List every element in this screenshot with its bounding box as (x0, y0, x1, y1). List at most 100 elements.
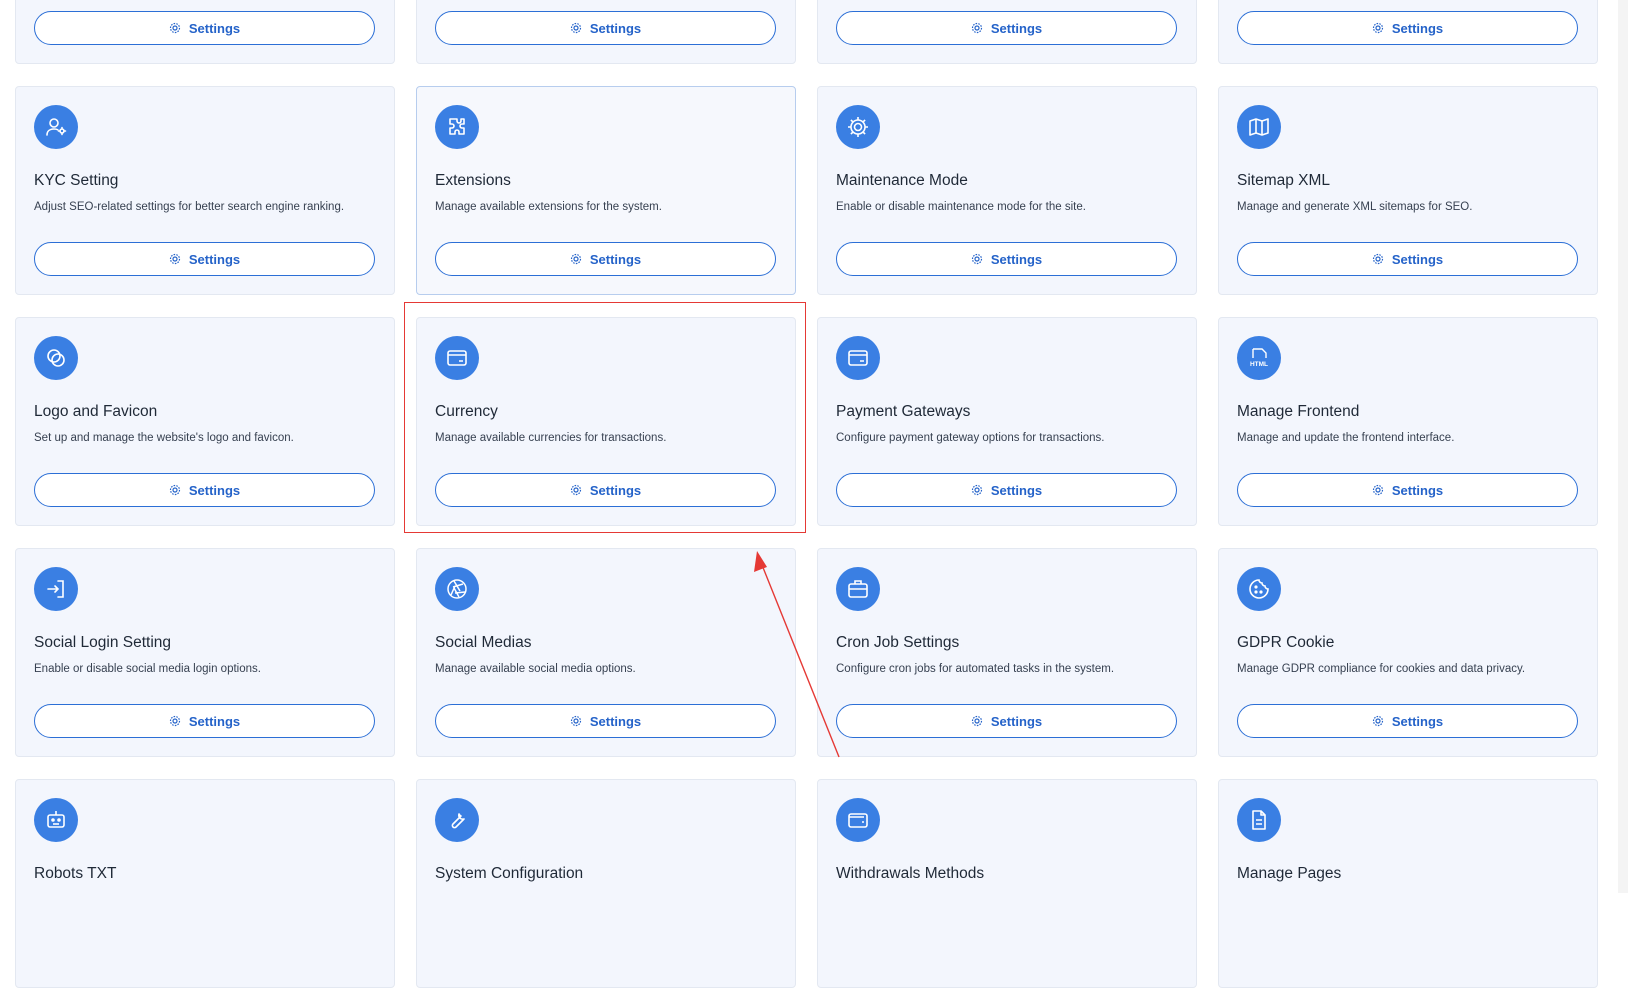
gear-small-icon (570, 253, 582, 265)
gear-small-icon (169, 253, 181, 265)
settings-button[interactable]: Settings (435, 473, 776, 507)
card-icon (435, 336, 479, 380)
settings-button[interactable]: Settings (34, 11, 375, 45)
settings-button[interactable]: Settings (435, 704, 776, 738)
wallet-icon (836, 798, 880, 842)
puzzle-icon (435, 105, 479, 149)
settings-button[interactable]: Settings (34, 473, 375, 507)
settings-button[interactable]: Settings (836, 473, 1177, 507)
card-title: Payment Gateways (836, 403, 971, 420)
document-icon (1237, 798, 1281, 842)
login-icon (34, 567, 78, 611)
card-title: Robots TXT (34, 865, 117, 882)
gear-small-icon (570, 715, 582, 727)
settings-button-label: Settings (188, 251, 241, 267)
settings-button-label: Settings (990, 482, 1043, 498)
settings-button[interactable]: Settings (836, 11, 1177, 45)
card-description: Set up and manage the website's logo and… (34, 432, 294, 444)
card-title: Manage Pages (1237, 865, 1342, 882)
aperture-icon (435, 567, 479, 611)
html-file-icon: HTML (1237, 336, 1281, 380)
map-icon (1237, 105, 1281, 149)
card-description: Adjust SEO-related settings for better s… (34, 201, 345, 213)
settings-button[interactable]: Settings (34, 704, 375, 738)
card-description: Enable or disable social media login opt… (34, 663, 261, 675)
cookie-icon (1237, 567, 1281, 611)
settings-button-label: Settings (990, 251, 1043, 267)
settings-button-label: Settings (1391, 20, 1444, 36)
card-description: Manage available social media options. (435, 663, 636, 675)
settings-button-label: Settings (589, 251, 642, 267)
card-description: Manage available extensions for the syst… (435, 201, 662, 213)
gear-small-icon (169, 715, 181, 727)
card-title: Manage Frontend (1237, 403, 1360, 420)
card-description: Configure cron jobs for automated tasks … (836, 663, 1115, 675)
card-description: Manage and update the frontend interface… (1237, 432, 1455, 444)
card-title: Social Login Setting (34, 634, 172, 651)
settings-card-extensions: Extensions Manage available extensions fo… (416, 86, 796, 295)
card-icon (836, 336, 880, 380)
card-title: Cron Job Settings (836, 634, 960, 651)
settings-card-kyc: KYC Setting Adjust SEO-related settings f… (15, 86, 395, 295)
settings-card-sitemap: Sitemap XML Manage and generate XML sitem… (1218, 86, 1598, 295)
scrollbar[interactable] (1618, 0, 1628, 893)
settings-card-payment: Payment Gateways Configure payment gatewa… (817, 317, 1197, 526)
settings-button[interactable]: Settings (34, 242, 375, 276)
circles-icon (34, 336, 78, 380)
settings-button[interactable]: Settings (1237, 11, 1578, 45)
user-gear-icon (34, 105, 78, 149)
settings-button-label: Settings (1391, 251, 1444, 267)
settings-button[interactable]: Settings (836, 704, 1177, 738)
card-title: Logo and Favicon (34, 403, 158, 420)
settings-card-frontend: HTML Manage Frontend Manage and update the… (1218, 317, 1598, 526)
settings-button[interactable]: Settings (435, 11, 776, 45)
card-description: Configure payment gateway options for tr… (836, 432, 1105, 444)
settings-button-label: Settings (589, 482, 642, 498)
card-title: Withdrawals Methods (836, 865, 985, 882)
settings-card-row0-c3: Settings (817, 0, 1197, 64)
settings-card-maintenance: Maintenance Mode Enable or disable mainte… (817, 86, 1197, 295)
card-title: Social Medias (435, 634, 532, 651)
card-title: KYC Setting (34, 172, 119, 189)
settings-card-row0-c4: Settings (1218, 0, 1598, 64)
settings-button[interactable]: Settings (836, 242, 1177, 276)
gear-small-icon (1372, 715, 1384, 727)
settings-button-label: Settings (188, 713, 241, 729)
settings-button[interactable]: Settings (435, 242, 776, 276)
settings-button-label: Settings (990, 713, 1043, 729)
settings-card-row0-c1: Settings (15, 0, 395, 64)
gear-small-icon (570, 484, 582, 496)
card-title: GDPR Cookie (1237, 634, 1335, 651)
card-description: Enable or disable maintenance mode for t… (836, 201, 1086, 213)
robot-icon (34, 798, 78, 842)
card-description: Manage GDPR compliance for cookies and d… (1237, 663, 1526, 675)
settings-card-row0-c2: Settings (416, 0, 796, 64)
settings-card-socialmedias: Social Medias Manage available social med… (416, 548, 796, 757)
settings-button-label: Settings (188, 482, 241, 498)
settings-card-sysconfig: System Configuration (416, 779, 796, 988)
settings-button-label: Settings (990, 20, 1043, 36)
gear-small-icon (971, 484, 983, 496)
gear-small-icon (1372, 253, 1384, 265)
gear-small-icon (570, 22, 582, 34)
gear-small-icon (971, 715, 983, 727)
settings-card-sociallogin: Social Login Setting Enable or disable so… (15, 548, 395, 757)
settings-button-label: Settings (188, 20, 241, 36)
card-description: Manage available currencies for transact… (435, 432, 667, 444)
gear-small-icon (971, 22, 983, 34)
settings-card-pages: Manage Pages (1218, 779, 1598, 988)
gear-small-icon (169, 484, 181, 496)
settings-card-gdpr: GDPR Cookie Manage GDPR compliance for co… (1218, 548, 1598, 757)
gear-icon (836, 105, 880, 149)
settings-button[interactable]: Settings (1237, 704, 1578, 738)
settings-button-label: Settings (589, 713, 642, 729)
gear-small-icon (1372, 484, 1384, 496)
gear-small-icon (169, 22, 181, 34)
settings-button[interactable]: Settings (1237, 473, 1578, 507)
settings-card-withdraw: Withdrawals Methods (817, 779, 1197, 988)
settings-button[interactable]: Settings (1237, 242, 1578, 276)
card-title: Currency (435, 403, 498, 420)
card-title: Maintenance Mode (836, 172, 968, 189)
briefcase-icon (836, 567, 880, 611)
settings-card-robots: Robots TXT (15, 779, 395, 988)
